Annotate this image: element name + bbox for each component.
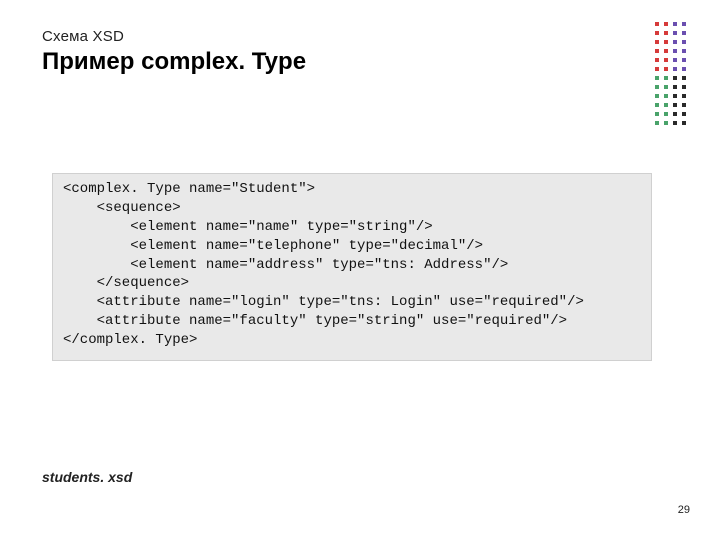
code-line: <complex. Type name="Student"> <box>63 181 315 197</box>
slide: Схема XSD Пример complex. Type <complex.… <box>0 0 720 540</box>
slide-subtitle: Схема XSD <box>42 28 124 45</box>
filename-label: students. xsd <box>42 469 132 485</box>
code-line: </complex. Type> <box>63 332 197 348</box>
code-line: <element name="address" type="tns: Addre… <box>63 257 508 273</box>
slide-title: Пример complex. Type <box>42 48 306 76</box>
code-block: <complex. Type name="Student"> <sequence… <box>52 173 652 361</box>
code-line: </sequence> <box>63 275 189 291</box>
code-line: <attribute name="faculty" type="string" … <box>63 313 567 329</box>
code-line: <element name="name" type="string"/> <box>63 219 433 235</box>
page-number: 29 <box>678 504 690 516</box>
code-line: <sequence> <box>63 200 181 216</box>
code-line: <element name="telephone" type="decimal"… <box>63 238 483 254</box>
code-line: <attribute name="login" type="tns: Login… <box>63 294 584 310</box>
decorative-dot-grid-icon <box>655 22 688 127</box>
